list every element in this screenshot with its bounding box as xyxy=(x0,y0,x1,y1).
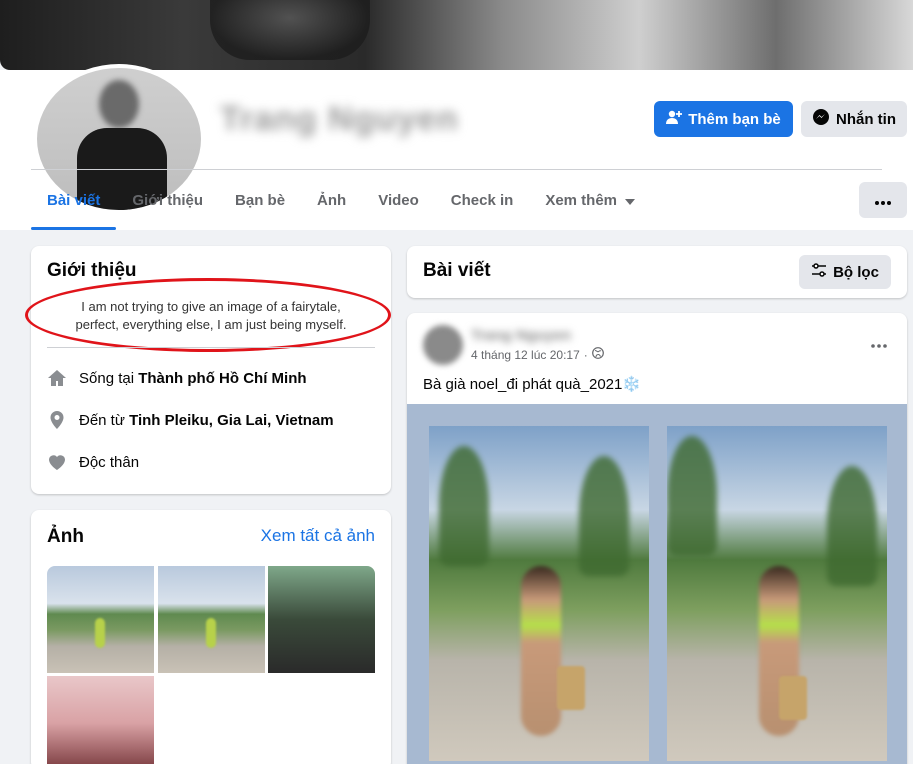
photo-thumbnail-3[interactable] xyxy=(268,566,375,673)
post-card: Trang Nguyen 4 tháng 12 lúc 20:17 · Bà g… xyxy=(407,313,907,764)
heart-icon xyxy=(47,452,67,472)
globe-icon xyxy=(591,347,604,362)
photo-thumbnail-4[interactable] xyxy=(47,676,154,764)
post-photo-2[interactable] xyxy=(667,426,887,761)
profile-header: Trang Nguyen Thêm bạn bè Nhắn tin Bài vi… xyxy=(0,64,913,230)
post-author-avatar[interactable] xyxy=(423,325,463,365)
filter-button[interactable]: Bộ lọc xyxy=(799,255,891,289)
profile-tabs: Bài viết Giới thiệu Bạn bè Ảnh Video Che… xyxy=(31,170,651,230)
tab-about[interactable]: Giới thiệu xyxy=(116,170,219,230)
post-options-icon[interactable] xyxy=(871,335,887,353)
profile-name[interactable]: Trang Nguyen xyxy=(220,100,459,139)
post-text: Bà già noel_đi phát quà_2021❄️ xyxy=(423,376,642,393)
posts-title: Bài viết xyxy=(423,260,491,281)
tab-photos[interactable]: Ảnh xyxy=(301,170,362,230)
intro-relationship: Độc thân xyxy=(47,452,139,472)
intro-title: Giới thiệu xyxy=(47,260,137,281)
see-all-photos-link[interactable]: Xem tất cả ảnh xyxy=(261,526,375,546)
photo-thumbnail-1[interactable] xyxy=(47,566,154,673)
from-city-link[interactable]: Tinh Pleiku, Gia Lai, Vietnam xyxy=(129,412,334,429)
cover-photo[interactable] xyxy=(0,0,913,70)
tab-more[interactable]: Xem thêm xyxy=(529,170,651,230)
location-pin-icon xyxy=(47,410,67,430)
highlight-ellipse xyxy=(25,278,391,352)
photos-card: Ảnh Xem tất cả ảnh xyxy=(31,510,391,764)
intro-card: Giới thiệu I am not trying to give an im… xyxy=(25,246,391,494)
filter-icon xyxy=(811,263,827,281)
intro-divider xyxy=(47,347,375,348)
tab-friends[interactable]: Bạn bè xyxy=(219,170,301,230)
tab-video[interactable]: Video xyxy=(362,170,435,230)
add-friend-label: Thêm bạn bè xyxy=(688,110,781,128)
post-photo-1[interactable] xyxy=(429,426,649,761)
add-friend-icon xyxy=(666,109,683,129)
post-time-text[interactable]: 4 tháng 12 lúc 20:17 xyxy=(471,348,580,362)
add-friend-button[interactable]: Thêm bạn bè xyxy=(654,101,793,137)
post-timestamp: 4 tháng 12 lúc 20:17 · xyxy=(471,347,604,362)
post-media xyxy=(407,404,907,764)
caret-down-icon xyxy=(625,192,636,209)
message-label: Nhắn tin xyxy=(836,110,896,128)
tab-posts[interactable]: Bài viết xyxy=(31,170,117,230)
filter-label: Bộ lọc xyxy=(833,263,879,281)
intro-from: Đến từ Tinh Pleiku, Gia Lai, Vietnam xyxy=(47,410,334,430)
posts-header-card: Bài viết Bộ lọc xyxy=(407,246,907,298)
message-button[interactable]: Nhắn tin xyxy=(801,101,907,137)
home-icon xyxy=(47,368,67,388)
photo-thumbnail-2[interactable] xyxy=(158,566,265,673)
photos-title: Ảnh xyxy=(47,526,84,547)
lives-city-link[interactable]: Thành phố Hồ Chí Minh xyxy=(138,370,306,387)
ellipsis-icon xyxy=(875,192,891,209)
messenger-icon xyxy=(812,108,830,130)
intro-lives-in: Sống tại Thành phố Hồ Chí Minh xyxy=(47,368,307,388)
post-author-name[interactable]: Trang Nguyen xyxy=(471,327,571,344)
tab-checkin[interactable]: Check in xyxy=(435,170,530,230)
more-options-button[interactable] xyxy=(859,182,907,218)
